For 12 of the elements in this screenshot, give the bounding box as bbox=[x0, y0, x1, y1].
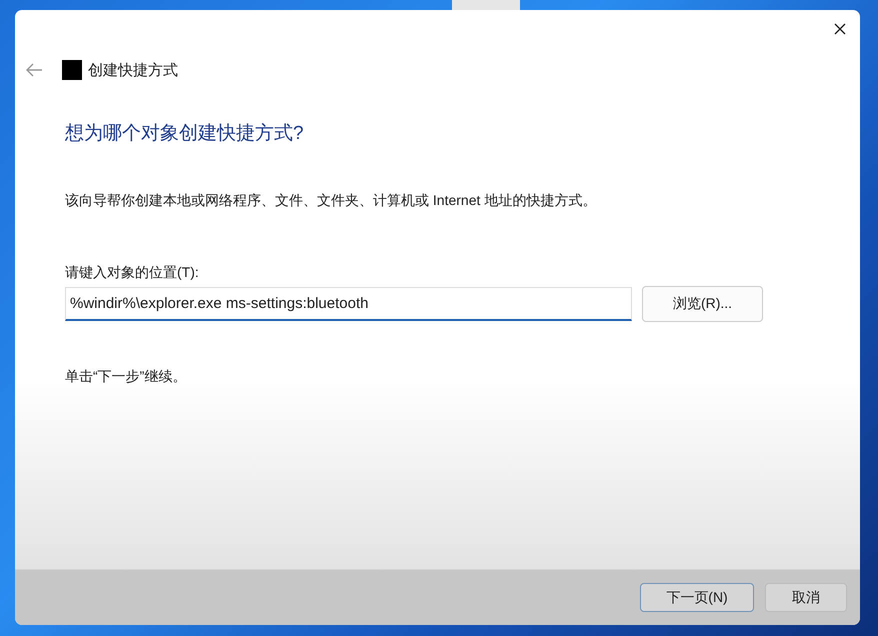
back-arrow-icon[interactable] bbox=[25, 63, 43, 77]
description-text: 该向导帮你创建本地或网络程序、文件、文件夹、计算机或 Internet 地址的快捷方式。 bbox=[65, 192, 598, 210]
shortcut-icon bbox=[62, 60, 82, 80]
close-icon[interactable] bbox=[834, 23, 846, 35]
browse-button[interactable]: 浏览(R)... bbox=[642, 286, 763, 322]
location-label: 请键入对象的位置(T): bbox=[65, 264, 200, 282]
window-title: 创建快捷方式 bbox=[88, 60, 178, 80]
location-input[interactable]: %windir%\explorer.exe ms-settings:bluetooth bbox=[65, 287, 632, 321]
cancel-button[interactable]: 取消 bbox=[765, 583, 847, 612]
hint-text: 单击“下一步”继续。 bbox=[65, 368, 188, 386]
next-button[interactable]: 下一页(N) bbox=[640, 583, 754, 612]
wizard-heading: 想为哪个对象创建快捷方式? bbox=[65, 122, 305, 146]
